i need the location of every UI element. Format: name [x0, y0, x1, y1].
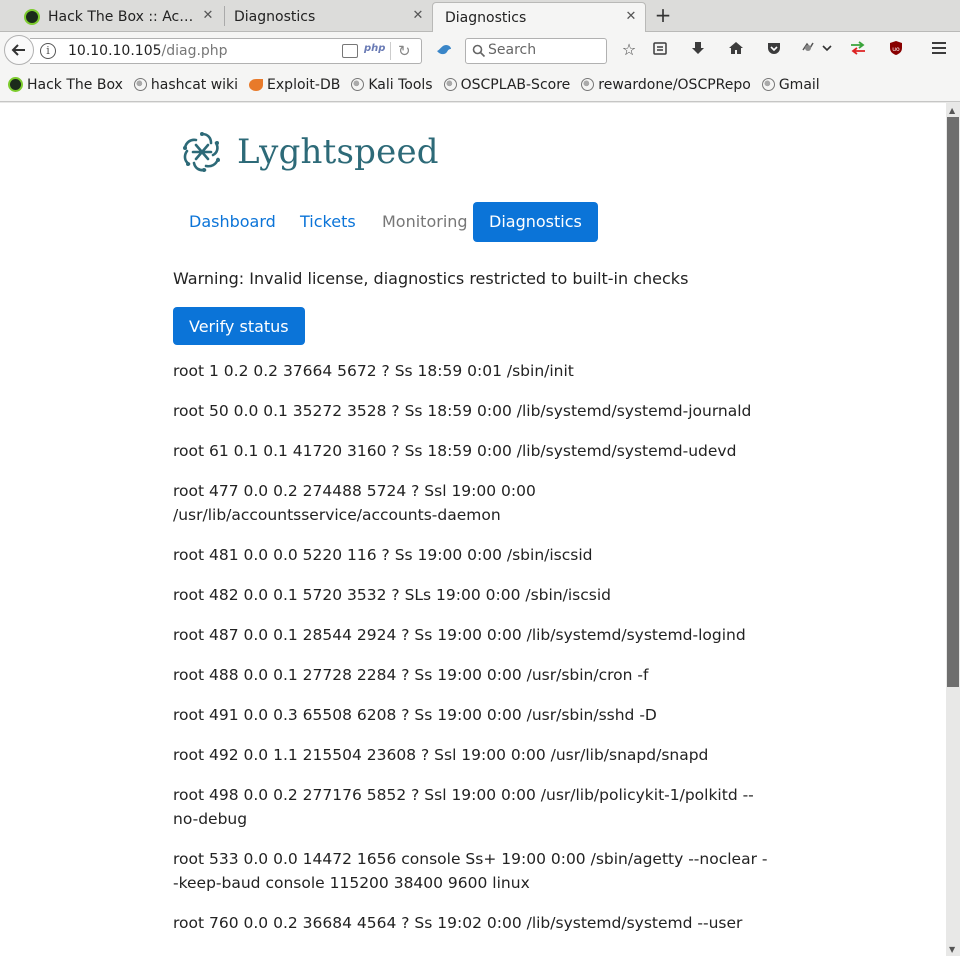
nav-monitoring[interactable]: Monitoring [366, 202, 484, 242]
process-row: root 477 0.0 0.2 274488 5724 ? Ssl 19:00… [173, 482, 536, 524]
globe-icon [351, 78, 365, 91]
download-icon[interactable] [688, 40, 708, 60]
verify-status-button[interactable]: Verify status [173, 307, 305, 345]
scrollbar-thumb[interactable] [947, 117, 959, 687]
bookmark-oscprepo[interactable]: rewardone/OSCPRepo [581, 77, 751, 93]
process-row: root 50 0.0 0.1 35272 3528 ? Ss 18:59 0:… [173, 402, 752, 420]
scroll-down-icon[interactable]: ▼ [949, 945, 955, 954]
pocket-icon[interactable] [764, 40, 784, 60]
globe-icon [761, 78, 775, 91]
url-bar[interactable]: i 10.10.10.105/diag.php php ↻ [30, 38, 422, 64]
page-scrollbar[interactable]: ▲ ▼ [946, 103, 960, 956]
bookmark-exploit-db[interactable]: Exploit-DB [249, 77, 340, 93]
ublock-icon[interactable]: uo [886, 40, 906, 60]
bookmark-hashcat-wiki[interactable]: hashcat wiki [133, 77, 238, 93]
bookmarks-bar: Hack The Box hashcat wiki Exploit-DB Kal… [0, 68, 960, 102]
close-icon[interactable]: ✕ [623, 9, 639, 25]
globe-icon [581, 78, 595, 91]
bookmark-oscplab-score[interactable]: OSCPLAB-Score [443, 77, 570, 93]
bookmark-kali-tools[interactable]: Kali Tools [351, 77, 433, 93]
scroll-up-icon[interactable]: ▲ [949, 106, 955, 115]
url-text[interactable]: 10.10.10.105/diag.php [68, 43, 228, 59]
tab-hackthebox[interactable]: Hack The Box :: Activ... ✕ [12, 2, 222, 32]
navigation-toolbar: i 10.10.10.105/diag.php php ↻ ☆ uo [0, 32, 960, 68]
tab-title: Diagnostics [445, 10, 527, 26]
tab-title: Hack The Box :: Activ... [48, 9, 198, 25]
tab-title: Diagnostics [234, 9, 316, 25]
htb-icon [8, 77, 23, 92]
process-row: root 482 0.0 0.1 5720 3532 ? SLs 19:00 0… [173, 586, 611, 604]
process-row: root 492 0.0 1.1 215504 23608 ? Ssl 19:0… [173, 746, 709, 764]
search-bar[interactable] [465, 38, 607, 64]
htb-icon [24, 9, 40, 25]
close-icon[interactable]: ✕ [200, 8, 216, 24]
hamburger-menu-icon[interactable] [929, 40, 949, 60]
back-button[interactable] [4, 35, 34, 65]
brand-name: Lyghtspeed [237, 132, 439, 172]
bookmark-gmail[interactable]: Gmail [761, 77, 820, 93]
process-row: root 533 0.0 0.0 14472 1656 console Ss+ … [173, 850, 768, 892]
tab-diagnostics-1[interactable]: Diagnostics ✕ [222, 2, 432, 32]
reading-list-icon[interactable] [650, 40, 670, 60]
info-icon[interactable]: i [40, 43, 56, 59]
proxy-switch-icon[interactable] [848, 40, 868, 60]
process-row: root 481 0.0 0.0 5220 116 ? Ss 19:00 0:0… [173, 546, 593, 564]
bird-extension-icon[interactable] [436, 42, 452, 56]
process-list: root 1 0.2 0.2 37664 5672 ? Ss 18:59 0:0… [173, 359, 773, 956]
globe-icon [443, 78, 457, 91]
page-viewport: Lyghtspeed Dashboard Tickets Monitoring … [0, 103, 946, 956]
php-extension-icon[interactable]: php [364, 43, 385, 54]
process-row: root 760 0.0 0.2 36684 4564 ? Ss 19:02 0… [173, 914, 743, 932]
tab-strip: Hack The Box :: Activ... ✕ Diagnostics ✕… [0, 0, 960, 33]
bookmark-star-icon[interactable]: ☆ [619, 40, 639, 60]
process-row: root 487 0.0 0.1 28544 2924 ? Ss 19:00 0… [173, 626, 746, 644]
url-divider [390, 42, 391, 60]
lyghtspeed-logo-icon [183, 132, 220, 172]
extension-menu-icon[interactable] [800, 40, 834, 60]
process-row: root 498 0.0 0.2 277176 5852 ? Ssl 19:00… [173, 786, 754, 828]
process-row: root 491 0.0 0.3 65508 6208 ? Ss 19:00 0… [173, 706, 657, 724]
search-input[interactable] [488, 42, 600, 58]
svg-text:uo: uo [892, 46, 900, 53]
process-row: root 61 0.1 0.1 41720 3160 ? Ss 18:59 0:… [173, 442, 737, 460]
new-tab-icon[interactable]: + [652, 5, 674, 27]
globe-icon [133, 78, 147, 91]
nav-tickets[interactable]: Tickets [284, 202, 372, 242]
brand-logo[interactable]: Lyghtspeed [181, 131, 439, 173]
nav-dashboard[interactable]: Dashboard [173, 202, 292, 242]
process-row: root 488 0.0 0.1 27728 2284 ? Ss 19:00 0… [173, 666, 649, 684]
close-icon[interactable]: ✕ [410, 8, 426, 24]
search-icon [472, 44, 486, 58]
home-icon[interactable] [726, 40, 746, 60]
back-arrow-icon [11, 44, 25, 56]
license-warning: Warning: Invalid license, diagnostics re… [173, 269, 689, 288]
reload-icon[interactable]: ↻ [398, 42, 411, 60]
process-row: root 761 0.0 0.0 61116 1732 ? S 19:02 0:… [173, 951, 773, 956]
tab-diagnostics-active[interactable]: Diagnostics ✕ [432, 2, 646, 33]
reader-view-icon[interactable] [342, 44, 358, 58]
process-row: root 1 0.2 0.2 37664 5672 ? Ss 18:59 0:0… [173, 362, 574, 380]
exploit-db-icon [249, 78, 264, 91]
bookmark-hackthebox[interactable]: Hack The Box [8, 77, 123, 93]
nav-diagnostics[interactable]: Diagnostics [473, 202, 598, 242]
